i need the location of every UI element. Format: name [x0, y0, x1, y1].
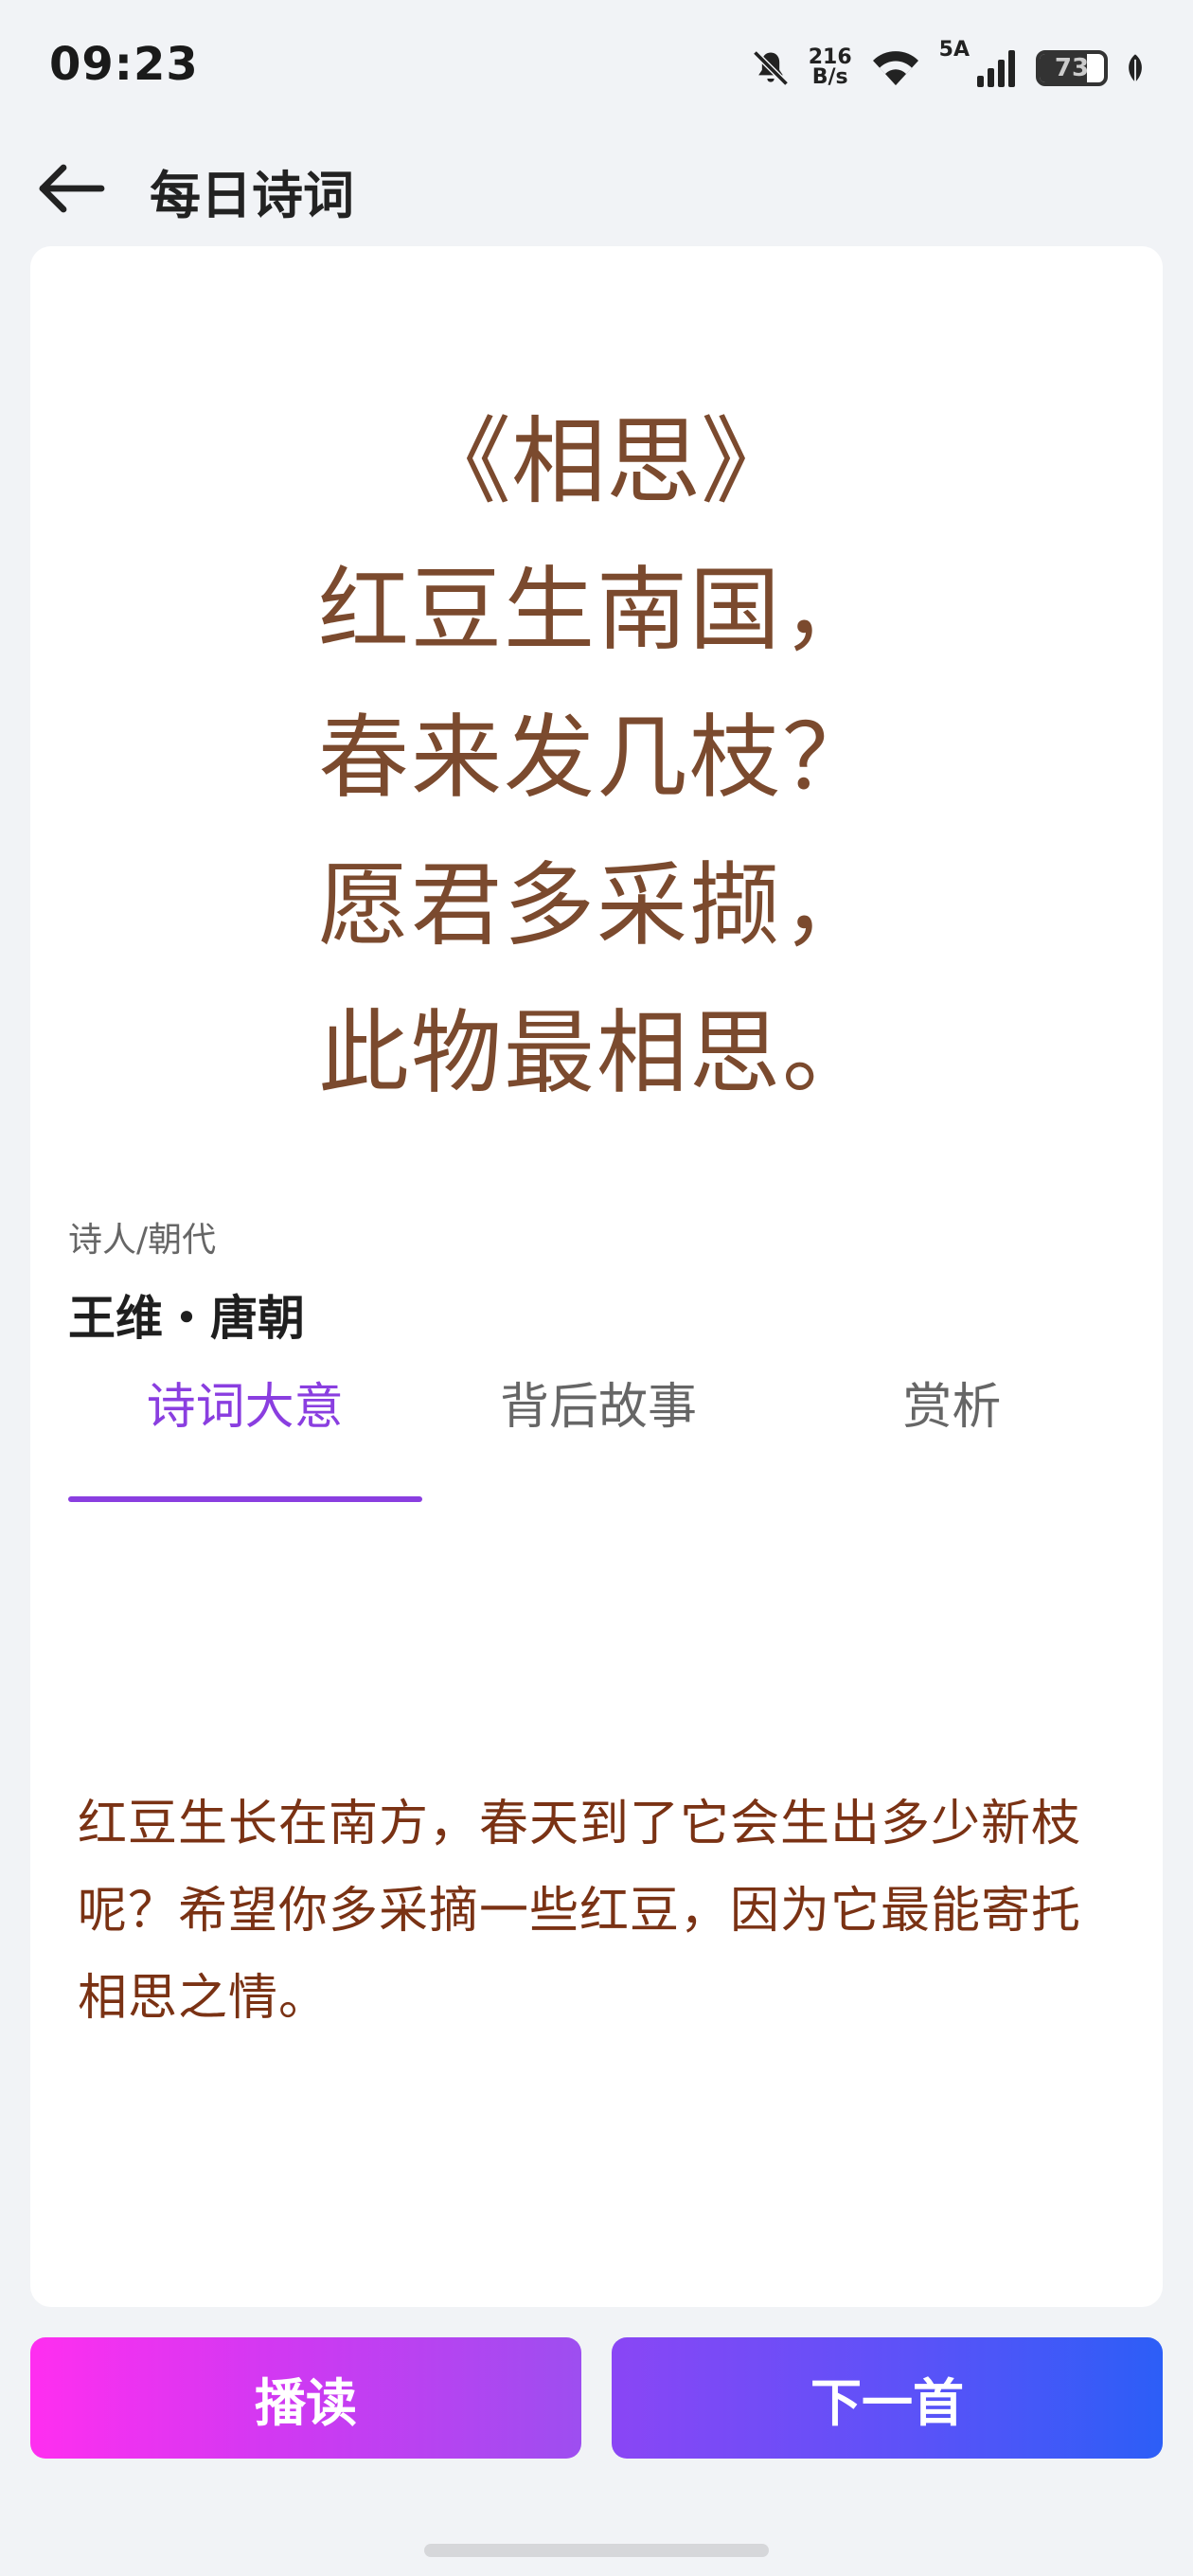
screen: 09:23 216 B/s 5A 73 每日诗词 《相思》 红豆生南国， 春来发…: [0, 0, 1193, 2576]
tab-content: 红豆生长在南方，春天到了它会生出多少新枝呢？希望你多采摘一些红豆，因为它最能寄托…: [78, 1796, 1082, 2027]
poem-line: 此物最相思。: [318, 1000, 875, 1106]
page-title: 每日诗词: [150, 166, 354, 225]
poem-line: 红豆生南国，: [318, 557, 875, 663]
next-poem-button[interactable]: 下一首: [612, 2337, 1163, 2459]
author-label: 诗人/朝代: [68, 1221, 217, 1260]
tab-story[interactable]: 背后故事: [421, 1364, 775, 1458]
read-aloud-button[interactable]: 播读: [30, 2337, 581, 2459]
header: 每日诗词: [0, 133, 1193, 246]
status-icons: 216 B/s 5A 73: [750, 38, 1146, 98]
net-speed-unit: B/s: [811, 65, 848, 89]
status-bar: 09:23 216 B/s 5A 73: [0, 0, 1193, 133]
poem: 《相思》 红豆生南国， 春来发几枝？ 愿君多采撷， 此物最相思。: [30, 388, 1163, 1127]
bell-muted-icon: [752, 50, 789, 86]
tab-bar: 诗词大意 背后故事 赏析: [68, 1364, 1129, 1458]
home-indicator[interactable]: [424, 2544, 769, 2557]
signal-icon: [977, 50, 1015, 87]
wifi-icon: [872, 51, 918, 85]
back-button[interactable]: [28, 146, 114, 231]
tab-meaning[interactable]: 诗词大意: [68, 1364, 421, 1458]
poem-card: 《相思》 红豆生南国， 春来发几枝？ 愿君多采撷， 此物最相思。 诗人/朝代 王…: [30, 246, 1163, 2307]
author-value: 王维・唐朝: [68, 1291, 305, 1346]
leaf-icon: [1129, 54, 1142, 82]
poem-line: 春来发几枝？: [318, 705, 875, 811]
tab-indicator: [68, 1496, 422, 1502]
net-speed: 216 B/s: [809, 47, 852, 89]
tab-appreciation[interactable]: 赏析: [775, 1364, 1129, 1458]
battery-level: 73: [1054, 54, 1090, 82]
network-label: 5A: [938, 38, 970, 62]
poem-title: 《相思》: [417, 406, 795, 517]
arrow-left-icon: [39, 164, 105, 213]
poem-line: 愿君多采撷，: [318, 852, 875, 958]
battery-icon: 73: [1036, 50, 1108, 86]
status-time: 09:23: [49, 38, 199, 91]
